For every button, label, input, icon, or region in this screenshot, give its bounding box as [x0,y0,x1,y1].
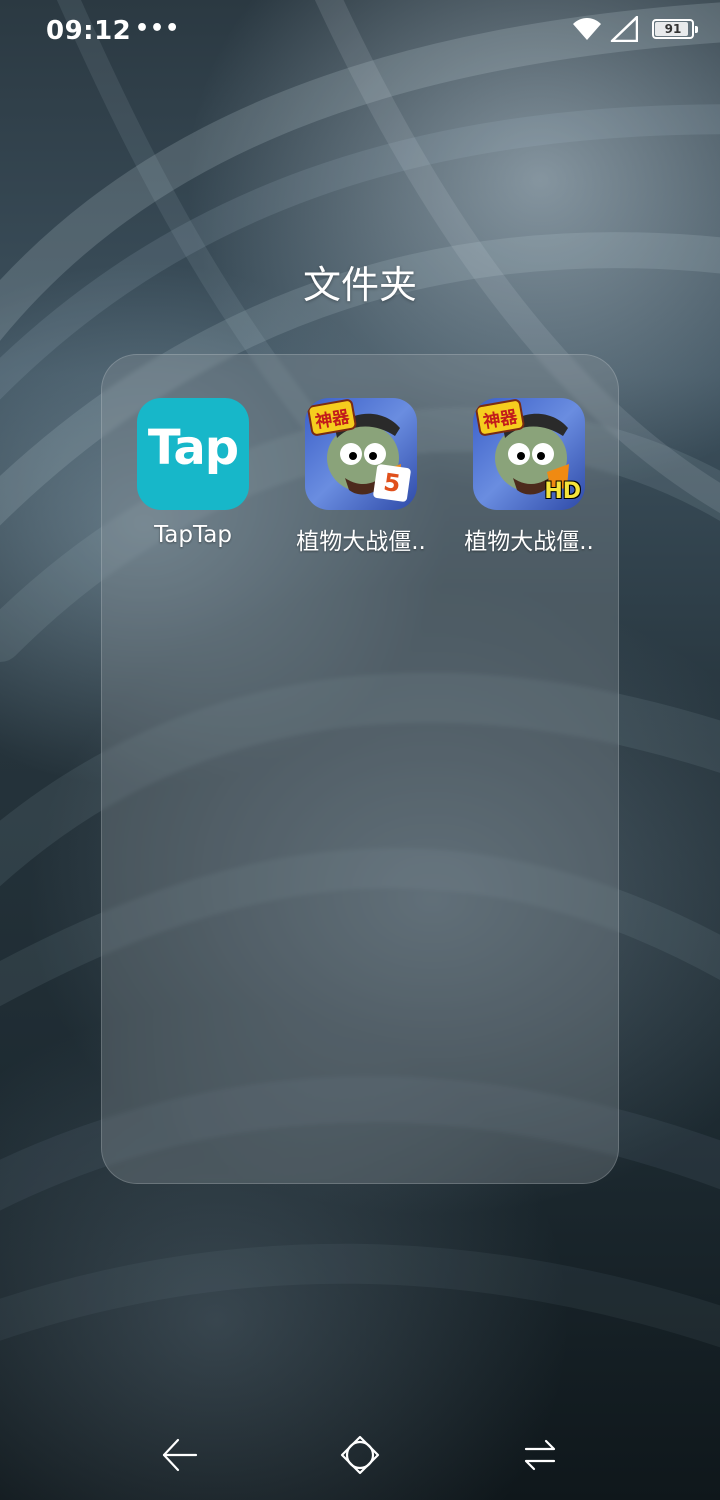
app-label: 植物大战僵.. [464,529,594,555]
signal-icon [610,16,638,42]
pvz-hd-mark: HD [544,479,581,504]
recents-button[interactable] [510,1430,570,1480]
pvz-icon[interactable]: 神器 5 [305,398,417,510]
home-button[interactable] [330,1430,390,1480]
app-taptap[interactable]: Tap TapTap [118,398,268,548]
app-label: 植物大战僵.. [296,529,426,555]
folder-panel: Tap TapTap 神器 5 植物大战僵.. 神器 HD 植物大战僵.. [101,354,619,1184]
home-icon [340,1435,380,1475]
app-label: TapTap [154,522,232,548]
folder-title[interactable]: 文件夹 [0,254,720,309]
recents-icon [524,1439,556,1471]
status-bar: 09:12 ••• 91 [0,0,720,66]
navigation-bar [0,1410,720,1500]
status-icons: 91 [572,14,698,44]
taptap-icon[interactable]: Tap [137,398,249,510]
app-pvz-hd[interactable]: 神器 HD 植物大战僵.. [454,398,604,556]
pvz-corner-mark: 5 [372,463,412,503]
wifi-icon [573,18,601,40]
battery-icon: 91 [652,19,698,39]
back-icon [162,1438,198,1472]
back-button[interactable] [150,1430,210,1480]
app-pvz[interactable]: 神器 5 植物大战僵.. [286,398,436,556]
taptap-logo-text: Tap [147,420,239,476]
status-time: 09:12 [46,16,132,46]
more-notifications-icon: ••• [135,16,181,41]
pvz-hd-icon[interactable]: 神器 HD [473,398,585,510]
battery-level: 91 [664,22,682,36]
